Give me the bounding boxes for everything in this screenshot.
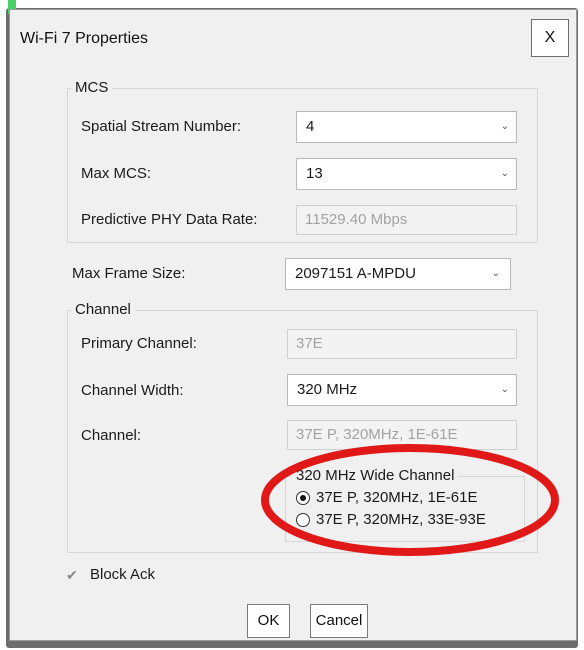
highlight-annotation	[261, 444, 559, 556]
red-ellipse-annotation	[261, 444, 559, 556]
